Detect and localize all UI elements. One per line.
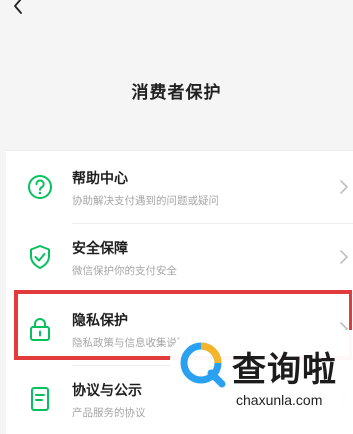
- menu-item-title: 协议与公示: [72, 383, 142, 399]
- menu-item-title: 安全保障: [72, 241, 128, 257]
- help-circle-icon: [26, 173, 54, 201]
- menu-item-subtitle: 产品服务的协议: [72, 407, 146, 419]
- watermark: 查询啦 chaxunla.com: [170, 330, 353, 434]
- chevron-right-icon: [340, 180, 348, 194]
- watermark-url: chaxunla.com: [236, 392, 323, 408]
- menu-item-security[interactable]: 安全保障 微信保护你的支付安全: [6, 221, 353, 293]
- watermark-name: 查询啦: [232, 350, 337, 390]
- menu-item-title: 帮助中心: [72, 171, 128, 187]
- menu-item-help-center[interactable]: 帮助中心 协助解决支付遇到的问题或疑问: [6, 151, 353, 223]
- shield-check-icon: [26, 243, 54, 271]
- back-button[interactable]: [6, 0, 30, 18]
- document-icon: [26, 385, 54, 413]
- page-title: 消费者保护: [131, 83, 222, 103]
- back-arrow-icon: [14, 0, 22, 14]
- menu-item-subtitle: 微信保护你的支付安全: [72, 265, 177, 277]
- watermark-logo-icon: [180, 342, 226, 388]
- chevron-right-icon: [340, 250, 348, 264]
- consumer-protection-page: 消费者保护 帮助中心 协助解决支付遇到的问题或疑问 安全保障 微信保护你的支付安…: [0, 0, 353, 434]
- menu-item-subtitle: 协助解决支付遇到的问题或疑问: [72, 195, 219, 207]
